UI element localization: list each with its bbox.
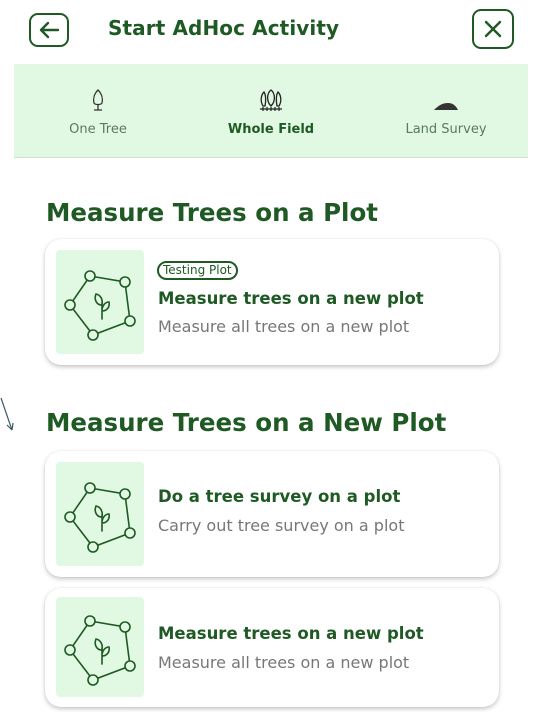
plot-sprout-icon [56,597,144,697]
back-button[interactable] [29,13,69,47]
card-subtitle: Measure all trees on a new plot [158,653,410,672]
plot-sprout-icon [56,250,144,354]
tab-label: Land Survey [405,122,487,137]
field-trees-icon [258,86,284,112]
app-header: Start AdHoc Activity [0,0,533,62]
card-subtitle: Carry out tree survey on a plot [158,516,405,535]
pointer-arrow-icon [0,397,14,431]
tab-one-tree[interactable]: One Tree [58,64,138,158]
section-title-measure-trees-on-new-plot: Measure Trees on a New Plot [46,408,447,437]
tab-land-survey[interactable]: Land Survey [398,64,494,158]
tree-outline-icon [91,86,105,112]
activity-card-measure-trees-plot[interactable]: Testing Plot Measure trees on a new plot… [45,239,499,365]
tab-label: One Tree [69,122,127,137]
tab-whole-field[interactable]: Whole Field [226,64,316,158]
card-title: Measure trees on a new plot [158,624,424,643]
activity-type-tabs: One Tree Whole Field Land Survey [14,64,528,158]
land-mound-icon [433,86,459,112]
section-title-measure-trees-on-plot: Measure Trees on a Plot [46,198,378,227]
activity-card-tree-survey[interactable]: Do a tree survey on a plot Carry out tre… [45,451,499,577]
card-subtitle: Measure all trees on a new plot [158,317,410,336]
close-icon [484,20,502,38]
close-button[interactable] [472,9,514,49]
activity-card-measure-trees-new-plot[interactable]: Measure trees on a new plot Measure all … [45,588,499,707]
card-title: Do a tree survey on a plot [158,487,401,506]
tab-label: Whole Field [227,122,315,137]
page-title: Start AdHoc Activity [108,16,340,40]
card-title: Measure trees on a new plot [158,289,424,308]
plot-sprout-icon [56,462,144,566]
status-badge: Testing Plot [157,261,238,280]
arrow-left-icon [39,21,60,39]
